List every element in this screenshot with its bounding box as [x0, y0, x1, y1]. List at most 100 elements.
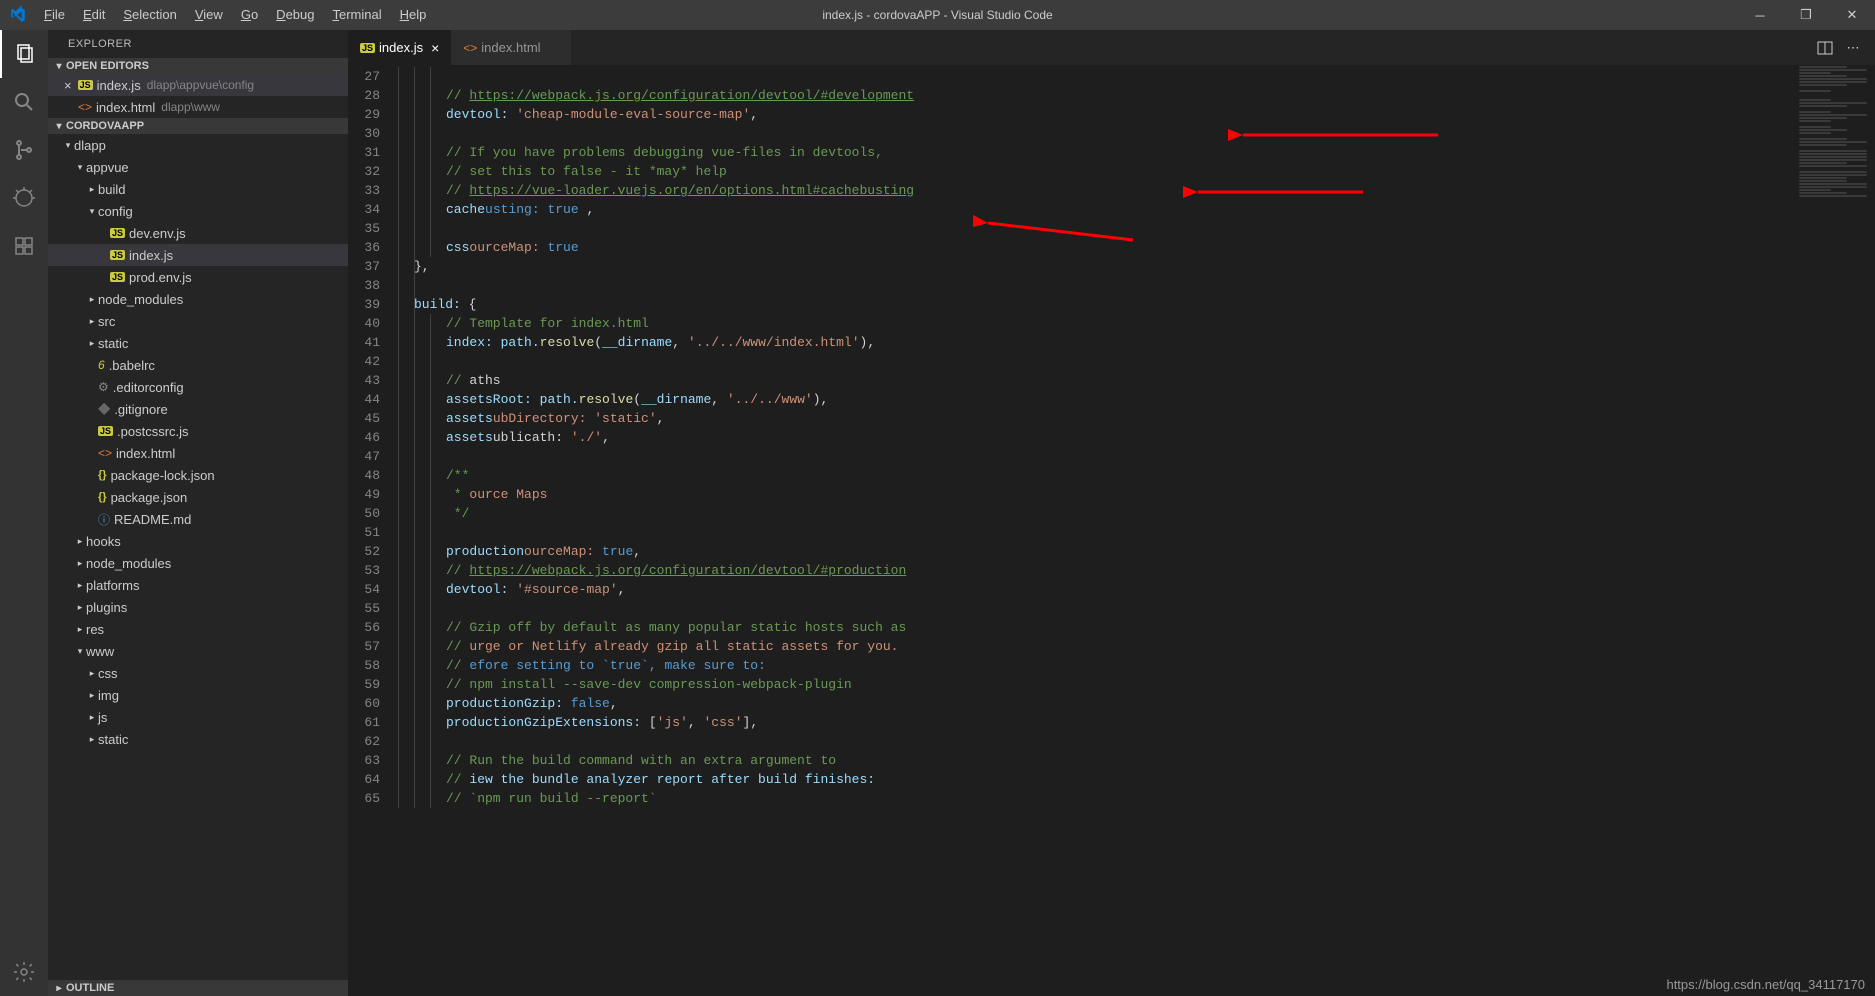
editor-tab[interactable]: JSindex.js×	[348, 30, 451, 65]
folder-item[interactable]: ▸res	[48, 618, 348, 640]
code-line[interactable]: // `npm run build --report`	[398, 789, 1795, 808]
folder-item[interactable]: ▾config	[48, 200, 348, 222]
file-item[interactable]: ⓘREADME.md	[48, 508, 348, 530]
editor-tab[interactable]: <>index.html	[451, 30, 570, 65]
code-line[interactable]: productionGzip: false,	[398, 694, 1795, 713]
folder-item[interactable]: ▸src	[48, 310, 348, 332]
menu-debug[interactable]: Debug	[267, 0, 323, 30]
code-line[interactable]	[398, 67, 1795, 86]
settings-gear-icon[interactable]	[0, 948, 48, 996]
code-line[interactable]: cacheusting: true ,	[398, 200, 1795, 219]
file-item[interactable]: JSdev.env.js	[48, 222, 348, 244]
menu-terminal[interactable]: Terminal	[323, 0, 390, 30]
folder-item[interactable]: ▾appvue	[48, 156, 348, 178]
file-item[interactable]: 6.babelrc	[48, 354, 348, 376]
minimap-line	[1799, 129, 1847, 131]
code-line[interactable]: // Run the build command with an extra a…	[398, 751, 1795, 770]
folder-item[interactable]: ▸node_modules	[48, 552, 348, 574]
code-line[interactable]: cssourceMap: true	[398, 238, 1795, 257]
file-item[interactable]: JS.postcssrc.js	[48, 420, 348, 442]
menu-view[interactable]: View	[186, 0, 232, 30]
minimap[interactable]	[1795, 65, 1875, 996]
code-line[interactable]: index: path.resolve(__dirname, '../../ww…	[398, 333, 1795, 352]
code-line[interactable]	[398, 276, 1795, 295]
folder-item[interactable]: ▸css	[48, 662, 348, 684]
folder-item[interactable]: ▸img	[48, 684, 348, 706]
code-content[interactable]: // https://webpack.js.org/configuration/…	[398, 65, 1795, 996]
code-line[interactable]: // Gzip off by default as many popular s…	[398, 618, 1795, 637]
folder-item[interactable]: ▾dlapp	[48, 134, 348, 156]
menu-help[interactable]: Help	[391, 0, 436, 30]
file-item[interactable]: <>index.html	[48, 442, 348, 464]
extensions-icon[interactable]	[0, 222, 48, 270]
code-line[interactable]: productionGzipExtensions: ['js', 'css'],	[398, 713, 1795, 732]
code-line[interactable]: productionourceMap: true,	[398, 542, 1795, 561]
folder-item[interactable]: ▸js	[48, 706, 348, 728]
line-number: 57	[348, 637, 398, 656]
menu-selection[interactable]: Selection	[114, 0, 185, 30]
folder-item[interactable]: ▸plugins	[48, 596, 348, 618]
code-line[interactable]	[398, 352, 1795, 371]
split-editor-icon[interactable]	[1811, 30, 1839, 65]
file-item[interactable]: ⚙.editorconfig	[48, 376, 348, 398]
code-line[interactable]: // npm install --save-dev compression-we…	[398, 675, 1795, 694]
code-line[interactable]	[398, 732, 1795, 751]
folder-item[interactable]: ▸platforms	[48, 574, 348, 596]
open-editor-item[interactable]: ×JSindex.jsdlapp\appvue\config	[48, 74, 348, 96]
file-item[interactable]: {}package.json	[48, 486, 348, 508]
code-line[interactable]: * ource Maps	[398, 485, 1795, 504]
code-line[interactable]: */	[398, 504, 1795, 523]
debug-icon[interactable]	[0, 174, 48, 222]
close-button[interactable]: ✕	[1829, 0, 1875, 30]
code-line[interactable]: // https://webpack.js.org/configuration/…	[398, 561, 1795, 580]
code-line[interactable]: // https://webpack.js.org/configuration/…	[398, 86, 1795, 105]
code-line[interactable]: // efore setting to `true`, make sure to…	[398, 656, 1795, 675]
file-item[interactable]: JSprod.env.js	[48, 266, 348, 288]
code-editor[interactable]: 2728293031323334353637383940414243444546…	[348, 65, 1875, 996]
outline-section[interactable]: ▸ OUTLINE	[48, 980, 348, 996]
minimize-button[interactable]: ─	[1737, 0, 1783, 30]
code-line[interactable]: // urge or Netlify already gzip all stat…	[398, 637, 1795, 656]
code-line[interactable]: /**	[398, 466, 1795, 485]
folder-item[interactable]: ▸hooks	[48, 530, 348, 552]
search-icon[interactable]	[0, 78, 48, 126]
file-item[interactable]: ◆.gitignore	[48, 398, 348, 420]
code-line[interactable]: build: {	[398, 295, 1795, 314]
more-actions-icon[interactable]: ⋯	[1839, 30, 1867, 65]
code-line[interactable]: devtool: '#source-map',	[398, 580, 1795, 599]
source-control-icon[interactable]	[0, 126, 48, 174]
folder-item[interactable]: ▸node_modules	[48, 288, 348, 310]
folder-item[interactable]: ▸static	[48, 332, 348, 354]
minimap-line	[1799, 120, 1831, 122]
code-line[interactable]: assetsublicath: './',	[398, 428, 1795, 447]
folder-item[interactable]: ▸build	[48, 178, 348, 200]
explorer-icon[interactable]	[0, 30, 48, 78]
open-editor-item[interactable]: <>index.htmldlapp\www	[48, 96, 348, 118]
folder-item[interactable]: ▸static	[48, 728, 348, 750]
folder-item[interactable]: ▾www	[48, 640, 348, 662]
menu-edit[interactable]: Edit	[74, 0, 114, 30]
code-line[interactable]: // Template for index.html	[398, 314, 1795, 333]
code-line[interactable]	[398, 447, 1795, 466]
code-line[interactable]: assetsRoot: path.resolve(__dirname, '../…	[398, 390, 1795, 409]
project-section[interactable]: ▾ CORDOVAAPP	[48, 118, 348, 134]
code-line[interactable]: // iew the bundle analyzer report after …	[398, 770, 1795, 789]
code-line[interactable]: // https://vue-loader.vuejs.org/en/optio…	[398, 181, 1795, 200]
code-line[interactable]	[398, 523, 1795, 542]
code-line[interactable]	[398, 219, 1795, 238]
code-line[interactable]: },	[398, 257, 1795, 276]
code-line[interactable]: // If you have problems debugging vue-fi…	[398, 143, 1795, 162]
code-line[interactable]: assetsubDirectory: 'static',	[398, 409, 1795, 428]
menu-file[interactable]: File	[35, 0, 74, 30]
file-item[interactable]: {}package-lock.json	[48, 464, 348, 486]
code-line[interactable]	[398, 599, 1795, 618]
file-item[interactable]: JSindex.js	[48, 244, 348, 266]
open-editors-section[interactable]: ▾ OPEN EDITORS	[48, 58, 348, 74]
code-line[interactable]: // set this to false - it *may* help	[398, 162, 1795, 181]
menu-go[interactable]: Go	[232, 0, 267, 30]
code-line[interactable]: // aths	[398, 371, 1795, 390]
close-tab-icon[interactable]: ×	[431, 40, 439, 56]
maximize-button[interactable]: ❐	[1783, 0, 1829, 30]
code-line[interactable]	[398, 124, 1795, 143]
code-line[interactable]: devtool: 'cheap-module-eval-source-map',	[398, 105, 1795, 124]
